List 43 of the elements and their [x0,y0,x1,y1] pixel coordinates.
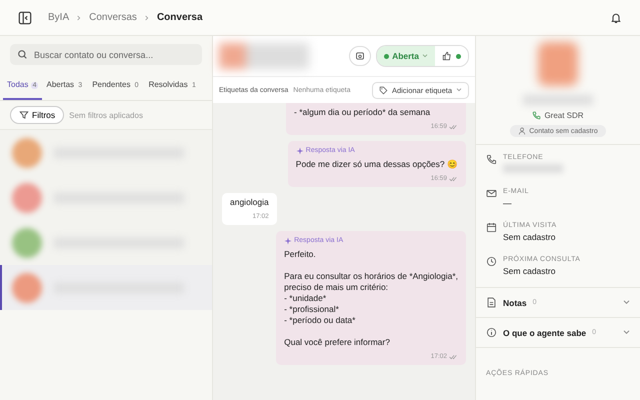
chevron-down-icon [422,54,428,58]
bell-icon[interactable] [610,12,622,24]
breadcrumb-link[interactable]: Conversas [89,12,137,23]
sparkle-icon [284,236,292,244]
filters-status: Sem filtros aplicados [69,110,143,120]
person-icon [518,127,526,135]
thumbs-up-icon [442,51,452,61]
blurred-avatar [538,42,578,86]
snooze-button[interactable] [349,46,372,66]
calendar-icon [486,222,497,233]
search-field[interactable]: Buscar contato ou conversa... [10,44,202,65]
tag-icon [378,86,388,94]
contact-role: Great SDR [544,111,584,120]
chevron-right-icon [77,14,82,20]
chevron-right-icon [144,14,149,20]
envelope-icon [486,188,497,199]
status-dropdown[interactable]: Aberta [377,46,435,66]
sparkle-icon [296,146,304,154]
field-value: — [503,198,512,208]
message-text: Pode me dizer só uma dessas opções? 😊 [296,159,458,170]
double-check-icon [449,354,458,360]
clock-icon [486,256,497,267]
funnel-icon [19,110,29,120]
field-value: Sem cadastro [503,232,556,242]
sidebar-toggle-icon[interactable] [18,10,32,24]
chevron-down-icon [623,330,630,335]
document-icon [486,297,497,308]
chevron-down-icon [623,300,630,305]
filters-button[interactable]: Filtros [10,106,64,124]
breadcrumb-link[interactable]: Conversa [156,12,203,23]
breadcrumb-link[interactable]: ByIA [48,12,70,23]
phone-icon [486,154,497,165]
camera-icon [355,51,366,61]
chevron-down-icon [456,88,462,92]
phone-icon [532,111,542,120]
message-text: angiologia [230,197,269,208]
message-text: Perfeito. Para eu consultar os horários de *Angiologia*, preciso de mais um critério: - *unidade* - *profissional* - *período ou data* Qual você prefere informar? [284,249,458,348]
message-text: - *algum dia ou período* da semana [294,107,432,118]
field-value: Sem cadastro [503,266,556,276]
double-check-icon [449,124,458,130]
search-icon [17,49,28,60]
info-icon [486,327,497,338]
double-check-icon [449,176,458,182]
